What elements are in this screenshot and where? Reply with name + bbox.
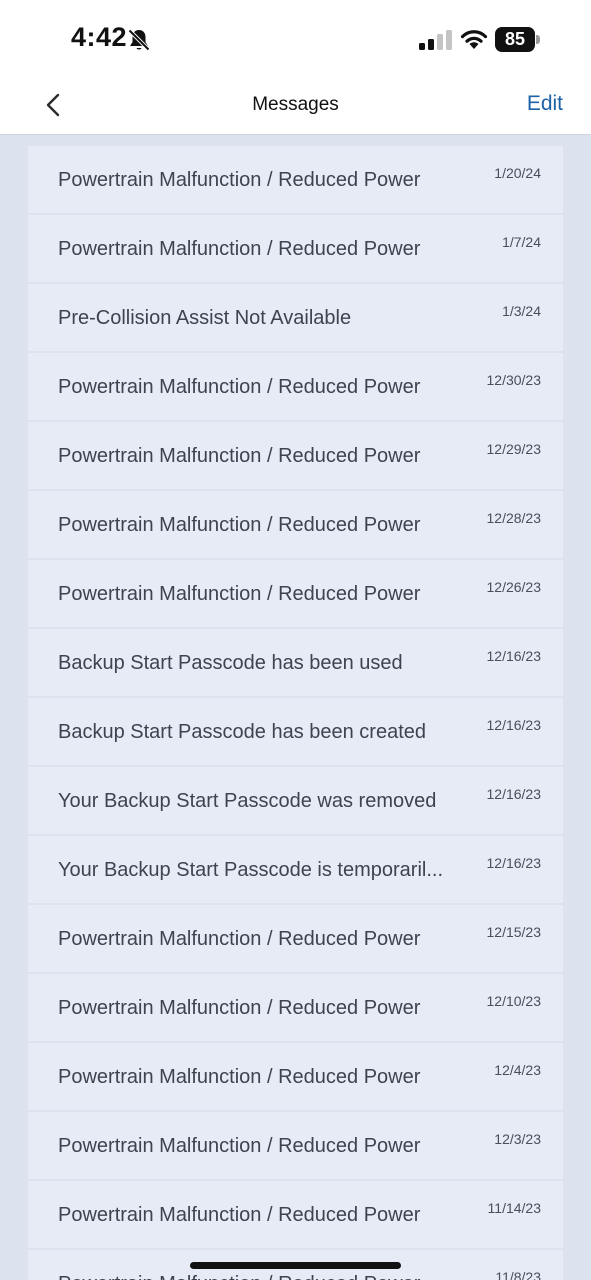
message-title: Powertrain Malfunction / Reduced Power <box>58 1272 466 1280</box>
message-title: Backup Start Passcode has been used <box>58 652 403 674</box>
message-title: Powertrain Malfunction / Reduced Power <box>58 514 421 536</box>
message-date: 12/16/23 <box>486 855 542 871</box>
message-title: Your Backup Start Passcode was removed <box>58 790 437 812</box>
message-title: Powertrain Malfunction / Reduced Power <box>58 169 421 191</box>
message-row[interactable]: Backup Start Passcode has been created 12… <box>28 698 563 765</box>
message-row[interactable]: Powertrain Malfunction / Reduced Power 12… <box>28 905 563 972</box>
message-title: Powertrain Malfunction / Reduced Power <box>58 1204 421 1226</box>
bell-slash-icon <box>128 29 150 51</box>
message-date: 12/16/23 <box>486 717 542 733</box>
message-date: 12/28/23 <box>486 510 542 526</box>
message-row[interactable]: Powertrain Malfunction / Reduced Power 12… <box>28 974 563 1041</box>
message-title: Powertrain Malfunction / Reduced Power <box>58 1066 421 1088</box>
message-date: 11/8/23 <box>495 1269 541 1280</box>
status-time: 4:42 <box>71 22 128 52</box>
message-row[interactable]: Powertrain Malfunction / Reduced Power 12… <box>28 353 563 420</box>
message-title: Powertrain Malfunction / Reduced Power <box>58 238 421 260</box>
message-date: 12/4/23 <box>494 1062 541 1078</box>
message-date: 12/26/23 <box>486 579 542 595</box>
message-row[interactable]: Powertrain Malfunction / Reduced Power 12… <box>28 1043 563 1110</box>
message-date: 12/16/23 <box>486 786 542 802</box>
message-date: 12/30/23 <box>486 372 542 388</box>
message-row[interactable]: Backup Start Passcode has been used 12/16… <box>28 629 563 696</box>
message-date: 12/29/23 <box>486 441 542 457</box>
message-date: 11/14/23 <box>487 1200 541 1216</box>
cellular-signal-icon <box>419 30 452 50</box>
message-date: 1/20/24 <box>494 165 541 181</box>
page-title: Messages <box>252 94 339 115</box>
battery-level: 85 <box>504 29 526 49</box>
message-date: 12/10/23 <box>486 993 542 1009</box>
message-row[interactable]: Your Backup Start Passcode is temporaril… <box>28 836 563 903</box>
edit-button[interactable]: Edit <box>527 92 563 116</box>
message-title: Powertrain Malfunction / Reduced Power <box>58 445 421 467</box>
wifi-icon <box>460 30 488 49</box>
message-row[interactable]: Powertrain Malfunction / Reduced Power 12… <box>28 422 563 489</box>
message-row[interactable]: Your Backup Start Passcode was removed 12… <box>28 767 563 834</box>
message-row[interactable]: Powertrain Malfunction / Reduced Power 1/… <box>28 215 563 282</box>
message-title: Pre-Collision Assist Not Available <box>58 307 352 329</box>
message-row[interactable]: Powertrain Malfunction / Reduced Power 12… <box>28 560 563 627</box>
message-title: Your Backup Start Passcode is temporaril… <box>58 859 443 881</box>
message-list-inner: Powertrain Malfunction / Reduced Power 1/… <box>28 146 563 1280</box>
message-title: Powertrain Malfunction / Reduced Power <box>58 928 421 950</box>
message-list[interactable]: Powertrain Malfunction / Reduced Power 1/… <box>28 134 563 1280</box>
nav-bar: Messages Edit <box>0 78 591 135</box>
battery-cap <box>536 35 540 44</box>
message-date: 12/15/23 <box>486 924 542 940</box>
message-row[interactable]: Powertrain Malfunction / Reduced Power 11… <box>28 1181 563 1248</box>
message-title: Powertrain Malfunction / Reduced Power <box>58 583 421 605</box>
message-date: 1/3/24 <box>502 303 541 319</box>
message-title: Powertrain Malfunction / Reduced Power <box>58 1135 421 1157</box>
message-row[interactable]: Powertrain Malfunction / Reduced Power 1/… <box>28 146 563 213</box>
message-row[interactable]: Pre-Collision Assist Not Available 1/3/24 <box>28 284 563 351</box>
message-title: Powertrain Malfunction / Reduced Power <box>58 997 421 1019</box>
message-date: 1/7/24 <box>502 234 541 250</box>
status-bar: 4:42 85 <box>0 0 591 78</box>
home-indicator[interactable] <box>190 1262 401 1269</box>
message-row[interactable]: Powertrain Malfunction / Reduced Power 12… <box>28 1112 563 1179</box>
message-title: Powertrain Malfunction / Reduced Power <box>58 376 421 398</box>
message-title: Backup Start Passcode has been created <box>58 721 427 743</box>
message-row[interactable]: Powertrain Malfunction / Reduced Power 12… <box>28 491 563 558</box>
message-date: 12/3/23 <box>494 1131 541 1147</box>
battery-icon: 85 <box>495 27 541 52</box>
message-date: 12/16/23 <box>486 648 542 664</box>
